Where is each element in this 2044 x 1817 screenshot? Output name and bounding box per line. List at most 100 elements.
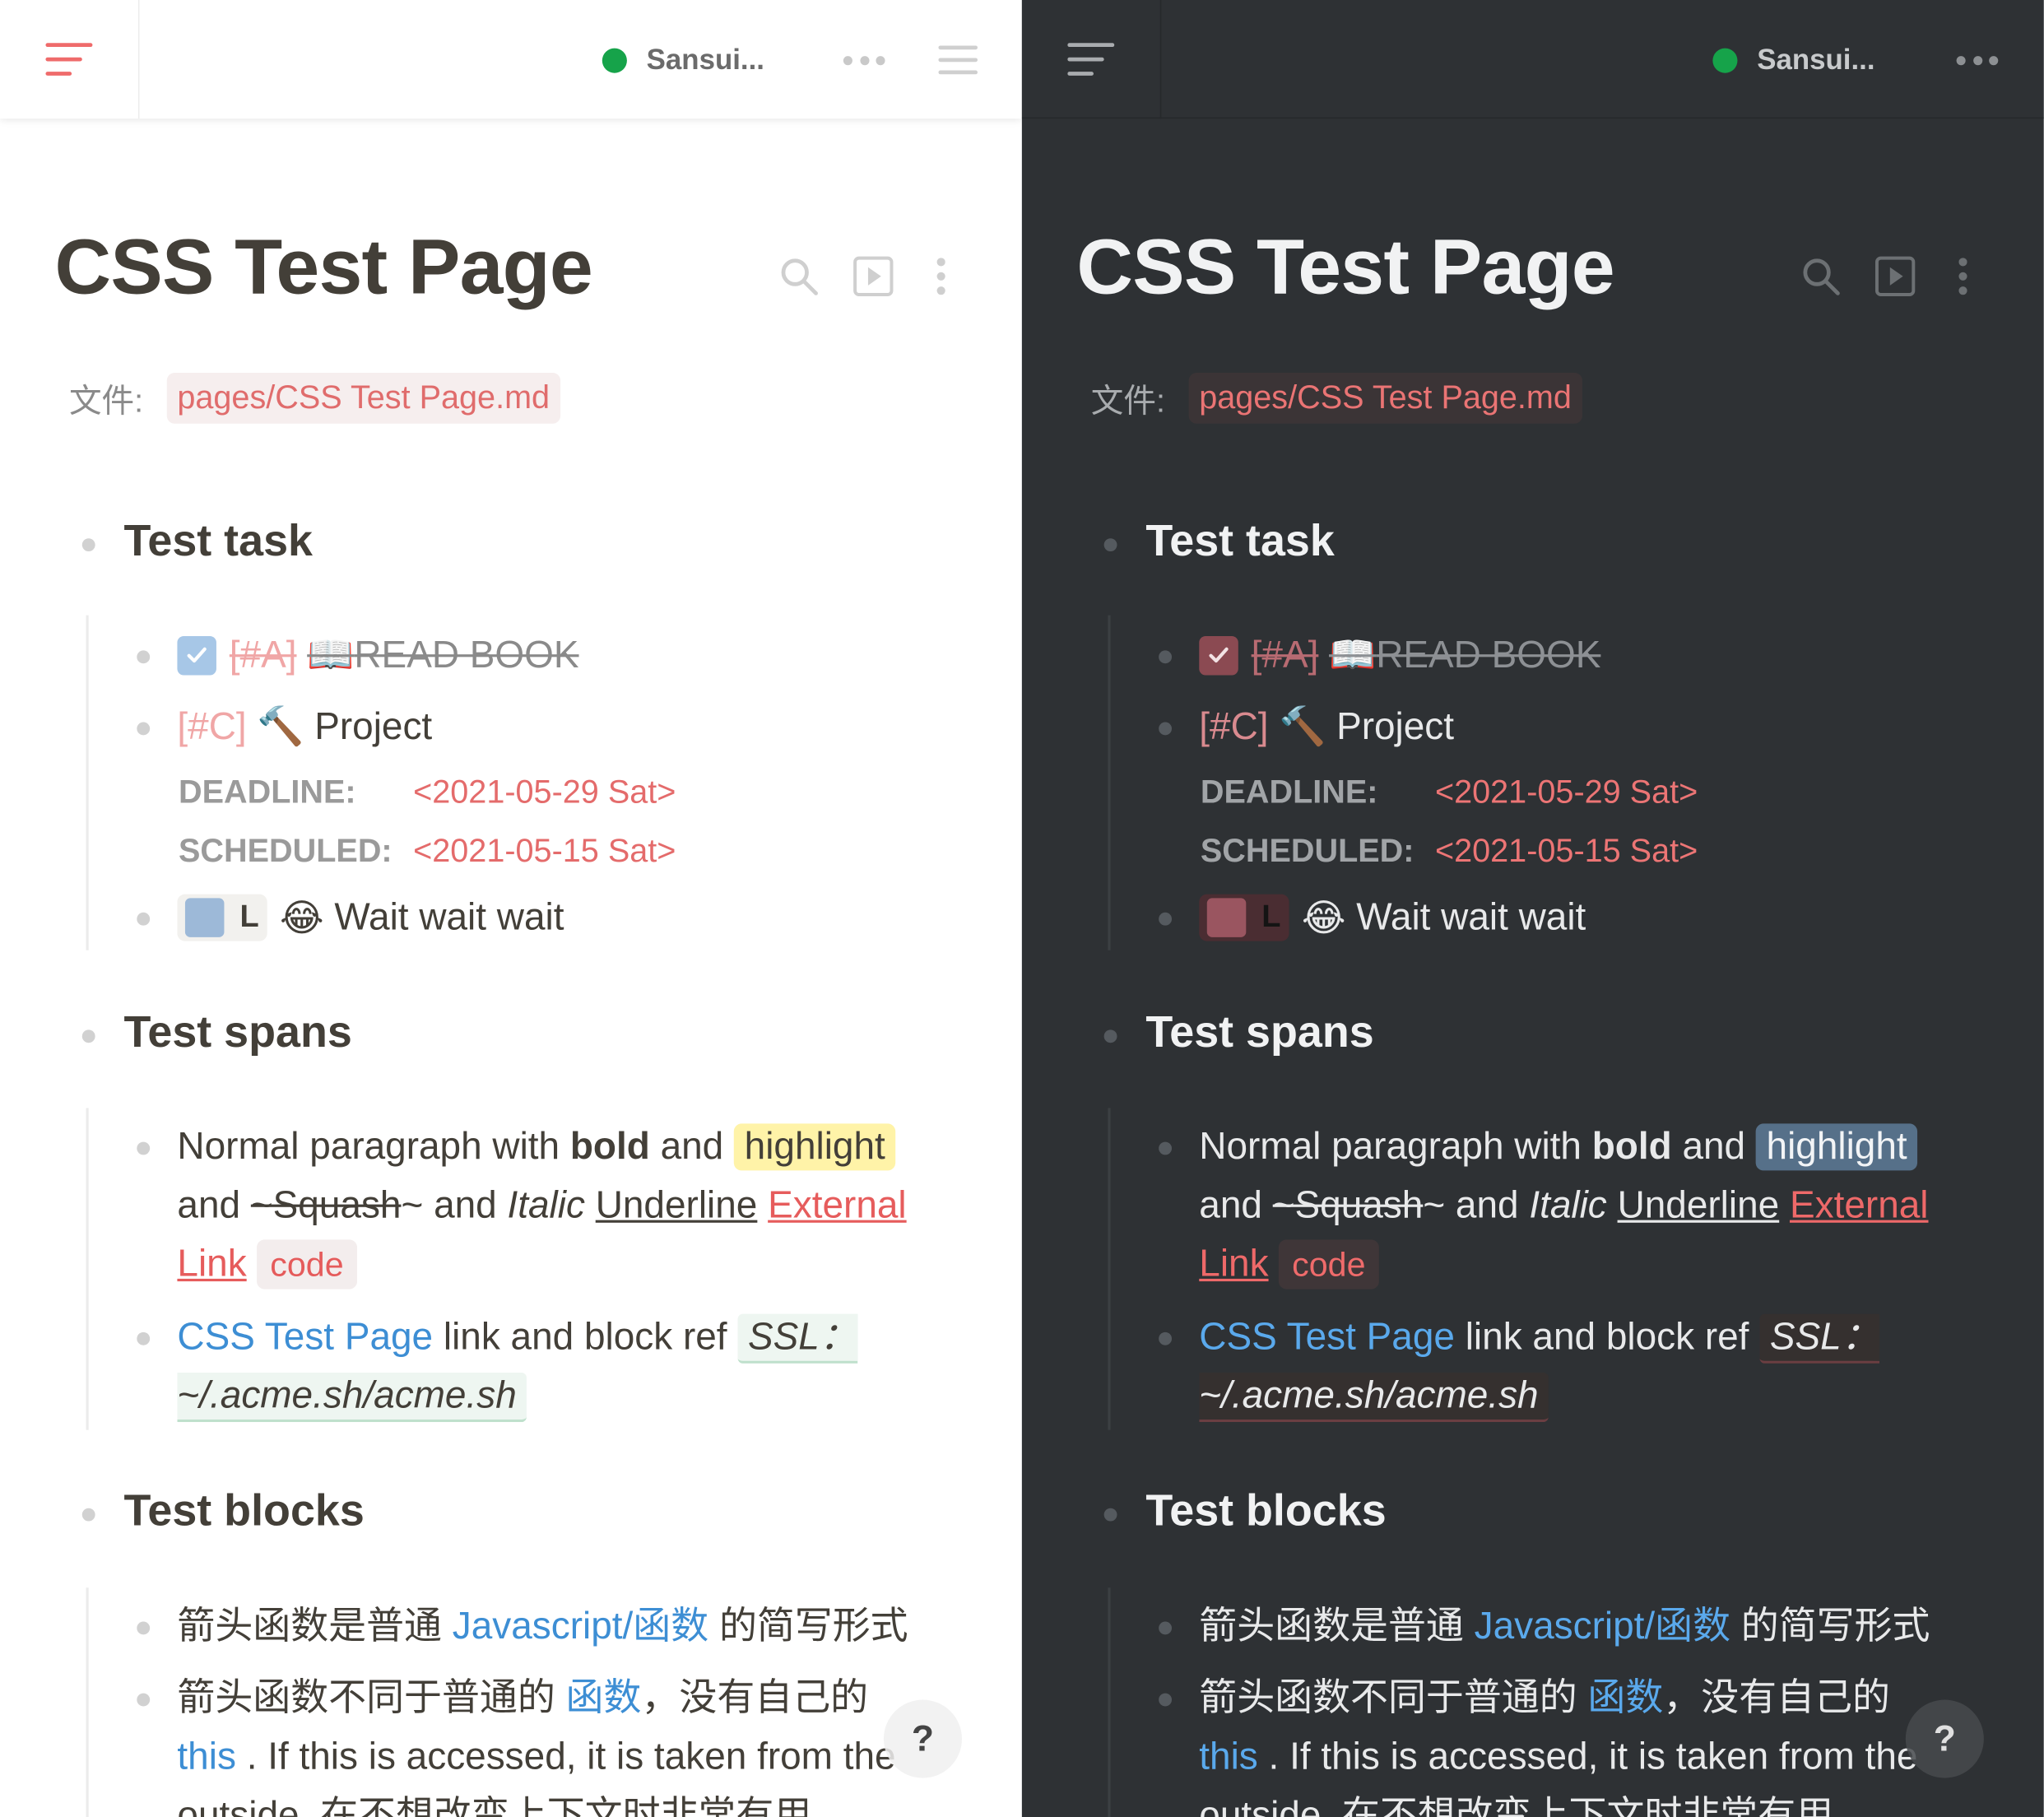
left-sidebar-toggle-button[interactable]	[1022, 0, 1162, 119]
text: link and block ref	[1454, 1316, 1760, 1359]
text: outside. 在不想改变上下文时非常有用。	[177, 1795, 850, 1817]
sync-status-button[interactable]: Sansui...	[1712, 40, 1875, 80]
ref-test-paragraph: CSS Test Page link and block ref SSL： ~/…	[177, 1308, 959, 1426]
block-bullet[interactable]	[137, 650, 151, 664]
hammer-emoji: 🔨	[1279, 706, 1326, 749]
section-heading-test-task[interactable]: Test task	[123, 516, 313, 567]
block-bullet[interactable]	[137, 722, 151, 736]
task-text: READ BOOK	[354, 634, 579, 676]
priority-tag[interactable]: [#C]	[1199, 706, 1268, 749]
task-text: Wait wait wait	[334, 896, 564, 938]
text	[1269, 1243, 1280, 1285]
presentation-button[interactable]	[852, 255, 894, 297]
page-reference-link[interactable]: 函数	[1587, 1678, 1663, 1720]
scheduled-row: SCHEDULED: <2021-05-15 Sat>	[179, 833, 676, 871]
presentation-icon	[1874, 256, 1916, 296]
block-bullet[interactable]	[137, 1621, 151, 1635]
more-options-button[interactable]	[839, 44, 890, 76]
page-reference-link[interactable]: this	[177, 1736, 236, 1778]
task-text: Wait wait wait	[1356, 896, 1586, 938]
page-reference-link[interactable]: Javascript/函数	[453, 1606, 708, 1647]
task-checkbox[interactable]	[177, 635, 216, 676]
block-bullet[interactable]	[137, 1331, 151, 1345]
section-heading-test-spans[interactable]: Test spans	[1145, 1007, 1373, 1058]
right-sidebar-toggle-button[interactable]	[936, 42, 980, 78]
more-dot	[1989, 55, 1999, 65]
page-reference-link[interactable]: Javascript/函数	[1475, 1606, 1730, 1647]
children-guide-line	[86, 615, 89, 950]
marker-checkbox[interactable]	[184, 898, 225, 937]
more-vertical-icon	[936, 258, 945, 295]
section-heading-test-task[interactable]: Test task	[1145, 516, 1335, 567]
block-bullet[interactable]	[1159, 1141, 1173, 1155]
laugh-emoji: 😂	[280, 897, 324, 940]
task-marker-later[interactable]: L	[177, 894, 267, 941]
sync-status-dot	[1712, 47, 1738, 72]
left-sidebar-toggle-button[interactable]	[0, 0, 140, 119]
page-reference-link[interactable]: this	[1199, 1736, 1258, 1778]
block-bullet[interactable]	[1159, 912, 1173, 926]
more-options-button[interactable]	[1951, 44, 2003, 76]
priority-tag[interactable]: [#A]	[1252, 634, 1319, 677]
block-bullet[interactable]	[81, 1029, 95, 1043]
file-path-link[interactable]: pages/CSS Test Page.md	[166, 373, 560, 424]
deadline-label: DEADLINE:	[179, 774, 356, 811]
presentation-button[interactable]	[1874, 255, 1916, 297]
more-vertical-icon	[1958, 258, 1967, 295]
text: . If this is accessed, it is taken from …	[235, 1736, 896, 1778]
app-window: Sansui... CSS Test Page 文件: pages/CSS Te…	[0, 0, 2044, 1817]
block-bullet[interactable]	[81, 1508, 95, 1522]
hammer-emoji: 🔨	[257, 706, 304, 749]
deadline-date[interactable]: <2021-05-29 Sat>	[413, 774, 676, 812]
scheduled-label: SCHEDULED:	[179, 833, 393, 870]
marker-checkbox[interactable]	[1206, 898, 1247, 937]
page-toolbar	[1801, 255, 1968, 297]
section-heading-test-blocks[interactable]: Test blocks	[123, 1486, 364, 1537]
block-bullet[interactable]	[1159, 650, 1173, 664]
page-menu-button[interactable]	[936, 257, 946, 296]
search-button[interactable]	[1801, 257, 1841, 296]
deadline-date[interactable]: <2021-05-29 Sat>	[1435, 774, 1698, 812]
block-bullet[interactable]	[137, 912, 151, 926]
children-guide-line	[86, 1108, 89, 1430]
page-reference-link[interactable]: 函数	[566, 1678, 642, 1720]
strikethrough-text: ~Squash	[250, 1184, 402, 1227]
task-done-read-book: [#A] 📖 READ BOOK	[1199, 634, 1600, 678]
section-heading-test-blocks[interactable]: Test blocks	[1145, 1486, 1386, 1537]
block-bullet[interactable]	[137, 1693, 151, 1707]
task-checkbox[interactable]	[1199, 635, 1238, 676]
help-button[interactable]: ?	[1905, 1699, 1984, 1778]
scheduled-row: SCHEDULED: <2021-05-15 Sat>	[1201, 833, 1698, 871]
page-title[interactable]: CSS Test Page	[1076, 221, 1614, 311]
block-bullet[interactable]	[1159, 1693, 1173, 1707]
block-bullet[interactable]	[1159, 1331, 1173, 1345]
block-bullet[interactable]	[1159, 1621, 1173, 1635]
task-marker-later[interactable]: L	[1199, 894, 1289, 941]
priority-tag[interactable]: [#C]	[177, 706, 246, 749]
help-button[interactable]: ?	[883, 1699, 962, 1778]
left-sidebar-icon	[1067, 42, 1115, 76]
page-reference-link[interactable]: CSS Test Page	[1199, 1317, 1455, 1359]
scheduled-date[interactable]: <2021-05-15 Sat>	[1435, 833, 1698, 871]
text: ，没有自己的	[641, 1677, 869, 1720]
file-path-link[interactable]: pages/CSS Test Page.md	[1188, 373, 1582, 424]
block-bullet[interactable]	[1103, 1508, 1117, 1522]
scheduled-date[interactable]: <2021-05-15 Sat>	[413, 833, 676, 871]
page-menu-button[interactable]	[1958, 257, 1968, 296]
page-title[interactable]: CSS Test Page	[55, 221, 593, 311]
search-button[interactable]	[779, 257, 819, 296]
block-bullet[interactable]	[81, 538, 95, 552]
section-heading-test-spans[interactable]: Test spans	[123, 1007, 351, 1058]
block-bullet[interactable]	[137, 1141, 151, 1155]
block-bullet[interactable]	[1103, 1029, 1117, 1043]
laugh-emoji: 😂	[1301, 897, 1346, 940]
span-test-paragraph: Normal paragraph with bold and highlight…	[177, 1118, 959, 1294]
priority-tag[interactable]: [#A]	[230, 634, 297, 677]
block-bullet[interactable]	[1103, 538, 1117, 552]
sync-status-button[interactable]: Sansui...	[602, 40, 764, 80]
page-reference-link[interactable]: CSS Test Page	[177, 1317, 433, 1359]
text: 箭头函数是普通	[177, 1606, 453, 1648]
underline-text: Underline	[1617, 1184, 1780, 1227]
marker-letter: L	[1261, 899, 1281, 935]
block-bullet[interactable]	[1159, 722, 1173, 736]
